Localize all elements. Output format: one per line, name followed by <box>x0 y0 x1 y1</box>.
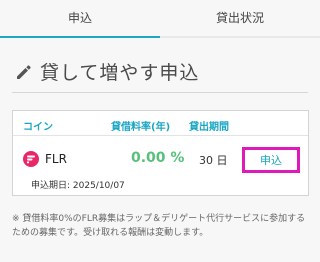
tab-apply[interactable]: 申込 <box>0 0 160 38</box>
period-value: 30 日 <box>199 154 228 167</box>
page-title: 貸して増やす申込 <box>40 62 200 84</box>
application-deadline: 申込期日: 2025/10/07 <box>31 181 125 191</box>
apply-button-label: 申込 <box>260 154 282 167</box>
page-heading: 貸して増やす申込 <box>14 58 199 85</box>
tab-active-indicator <box>0 36 160 38</box>
offer-card: コイン 貸借料率(年) 貸出期間 FLR 0.00 % 30 日 申込 申込期日… <box>12 110 309 196</box>
tab-lending-status[interactable]: 貸出状況 <box>160 0 320 38</box>
pencil-icon <box>17 64 31 79</box>
header-coin: コイン <box>23 122 53 133</box>
table-header: コイン 貸借料率(年) 貸出期間 <box>13 111 308 136</box>
coin-name: FLR <box>45 152 67 166</box>
header-period: 貸出期間 <box>189 122 229 133</box>
footnote: ※ 貸借料率0%のFLR募集はラップ＆デリゲート代行サービスに参加するための募集… <box>12 214 306 238</box>
title-divider <box>12 92 308 93</box>
coin-cell: FLR <box>23 151 67 167</box>
apply-button[interactable]: 申込 <box>242 147 300 173</box>
header-rate: 貸借料率(年) <box>111 122 171 133</box>
flr-logo-icon <box>23 151 39 167</box>
rate-value: 0.00 % <box>131 150 185 166</box>
tab-bar: 申込 貸出状況 <box>0 0 320 38</box>
